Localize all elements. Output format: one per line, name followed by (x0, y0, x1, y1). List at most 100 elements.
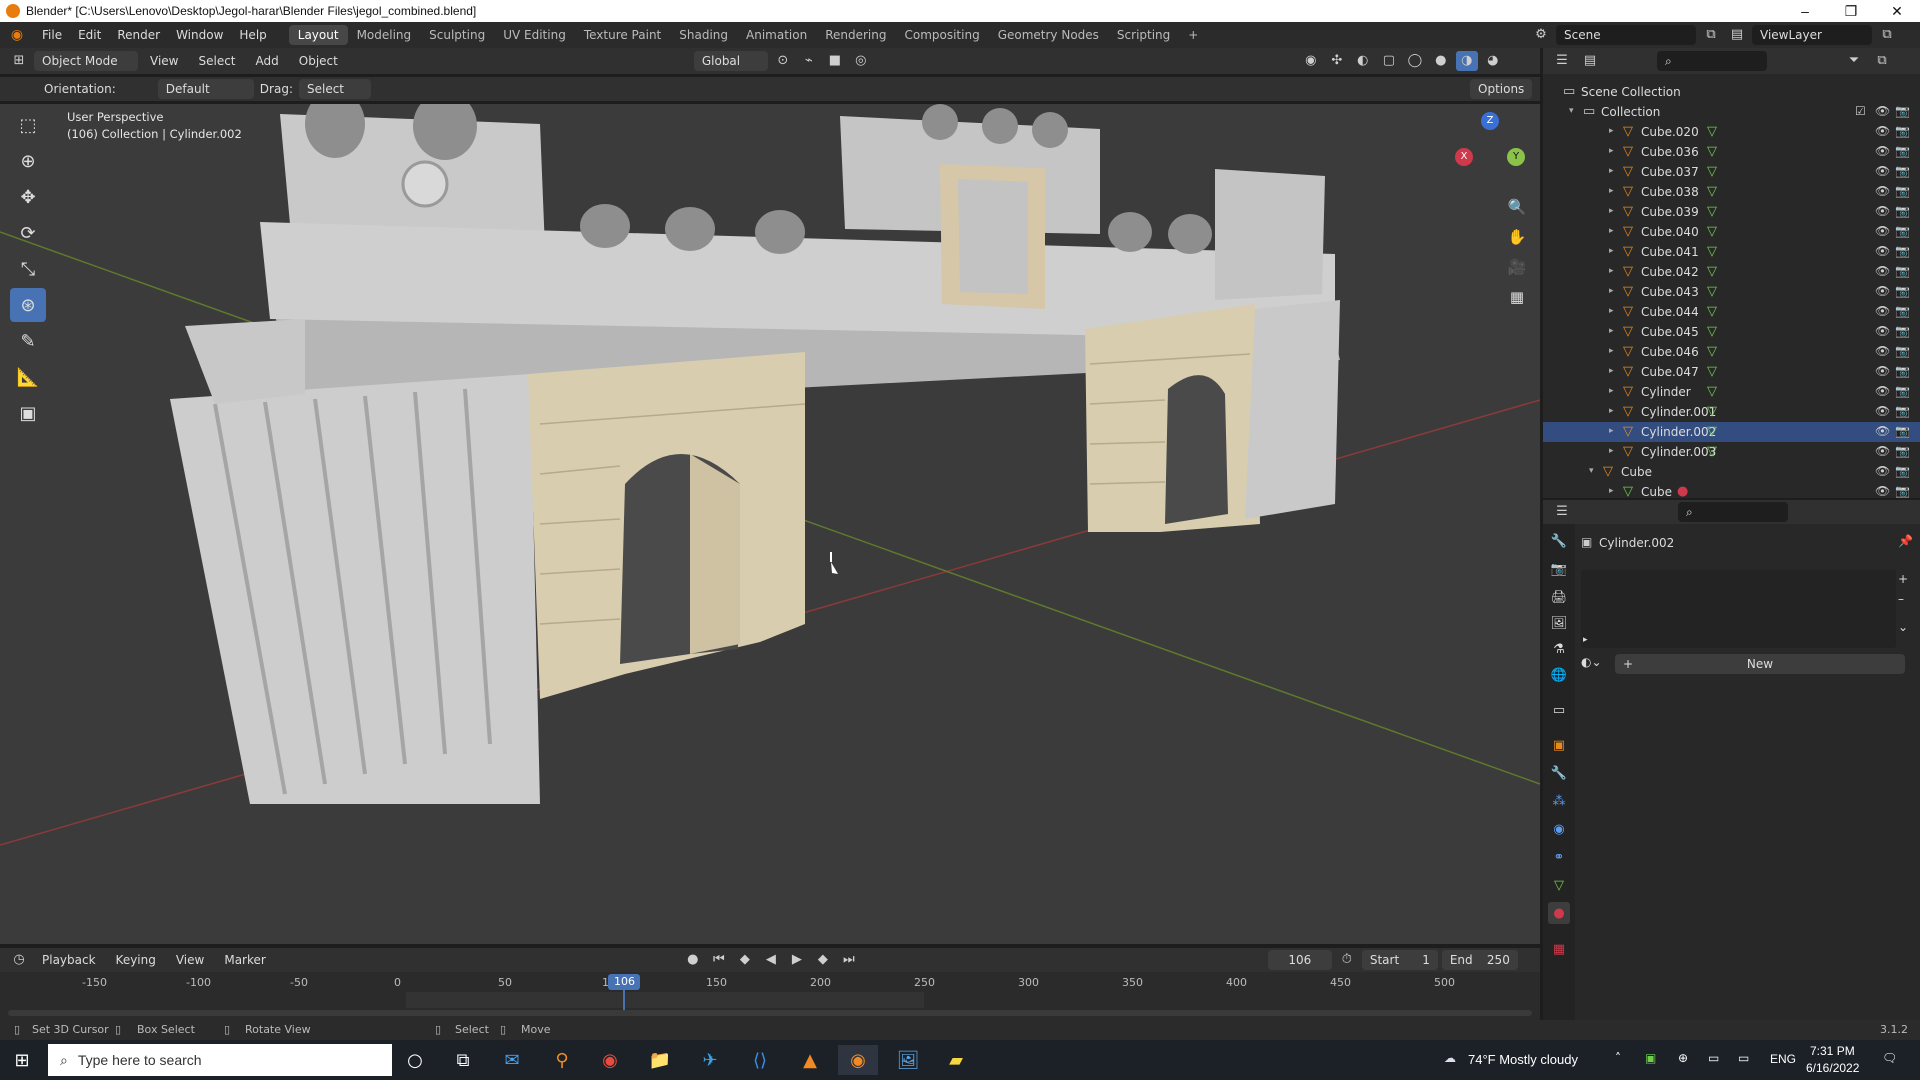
eye-icon[interactable]: 👁 (1875, 344, 1890, 358)
material-shading-icon[interactable]: ◑ (1455, 51, 1478, 71)
eye-icon[interactable]: 👁 (1875, 484, 1890, 498)
outliner-item[interactable]: ▸ ▽ Cube.045 ▽ 👁 📷 (1543, 322, 1920, 342)
eye-icon[interactable]: 👁 (1875, 204, 1890, 218)
display-icon[interactable]: ▭ (1708, 1051, 1719, 1065)
measure-tool-icon[interactable]: 📐 (10, 360, 46, 394)
outliner-item[interactable]: ▸ ▽ Cube.046 ▽ 👁 📷 (1543, 342, 1920, 362)
expand-arrow-icon[interactable]: ▸ (1609, 246, 1614, 256)
outliner-item[interactable]: ▸ ▽ Cube.047 ▽ 👁 📷 (1543, 362, 1920, 382)
select-box-tool-icon[interactable]: ⬚ (10, 108, 46, 142)
menu-render[interactable]: Render (109, 22, 168, 48)
scene-icon[interactable]: ⚙ (1530, 25, 1552, 45)
modifier-tab-icon[interactable]: 🔧 (1548, 762, 1570, 784)
transform-tool-icon[interactable]: ⊛ (10, 288, 46, 322)
mesh-data-icon[interactable]: ▽ (1707, 324, 1717, 339)
expand-arrow-icon[interactable]: ▸ (1609, 226, 1614, 236)
eye-icon[interactable]: 👁 (1875, 404, 1890, 418)
eye-icon[interactable]: 👁 (1875, 104, 1890, 118)
outliner-item[interactable]: ▸ ▽ Cube.036 ▽ 👁 📷 (1543, 142, 1920, 162)
mesh-data-icon[interactable]: ▽ (1707, 384, 1717, 399)
network-icon[interactable]: ⊕ (1678, 1051, 1688, 1065)
expand-arrow-icon[interactable]: ▸ (1609, 326, 1614, 336)
data-tab-icon[interactable]: ▽ (1548, 874, 1570, 896)
render-camera-icon[interactable]: 📷 (1895, 304, 1910, 318)
outliner-item[interactable]: ▸ ▽ Cylinder.002 ▽ 👁 📷 (1543, 422, 1920, 442)
minimize-button[interactable]: – (1782, 0, 1828, 22)
weather-icon[interactable]: ☁ (1444, 1051, 1456, 1065)
ortho-grid-icon[interactable]: ▦ (1502, 282, 1532, 312)
tray-chevron-icon[interactable]: ˄ (1615, 1051, 1621, 1065)
menu-file[interactable]: File (34, 22, 70, 48)
play-reverse-icon[interactable]: ◀ (760, 950, 782, 970)
notifications-icon[interactable]: 🗨 (1882, 1051, 1897, 1065)
scale-tool-icon[interactable]: ⤡ (10, 252, 46, 286)
expand-arrow-icon[interactable]: ▸ (1609, 126, 1614, 136)
render-camera-icon[interactable]: 📷 (1895, 244, 1910, 258)
render-camera-icon[interactable]: 📷 (1895, 124, 1910, 138)
xray-icon[interactable]: ▢ (1378, 51, 1400, 71)
physics-tab-icon[interactable]: ◉ (1548, 818, 1570, 840)
gizmo-y-axis[interactable]: Y (1507, 148, 1525, 166)
outliner-item[interactable]: ▸ ▽ Cube.020 ▽ 👁 📷 (1543, 122, 1920, 142)
mesh-data-icon[interactable]: ▽ (1707, 344, 1717, 359)
tool-tab-icon[interactable]: 🔧 (1548, 530, 1570, 552)
eye-icon[interactable]: 👁 (1875, 464, 1890, 478)
outliner-item[interactable]: ▸ ▽ Cylinder.003 ▽ 👁 📷 (1543, 442, 1920, 462)
remove-slot-icon[interactable]: – (1898, 592, 1904, 606)
expand-arrow-icon[interactable]: ▸ (1609, 206, 1614, 216)
outliner-scene-collection[interactable]: ▭ Scene Collection (1543, 82, 1920, 102)
outliner-item[interactable]: ▸ ▽ Cube.042 ▽ 👁 📷 (1543, 262, 1920, 282)
language-indicator[interactable]: ENG (1770, 1052, 1796, 1066)
render-camera-icon[interactable]: 📷 (1895, 144, 1910, 158)
playback-menu[interactable]: Playback (34, 947, 104, 973)
snap-target-icon[interactable]: ■ (824, 51, 846, 71)
mesh-data-icon[interactable]: ▽ (1707, 264, 1717, 279)
outliner-item[interactable]: ▸ ▽ Cube.038 ▽ 👁 📷 (1543, 182, 1920, 202)
marker-menu[interactable]: Marker (216, 947, 273, 973)
move-tool-icon[interactable]: ✥ (10, 180, 46, 214)
current-frame-field[interactable]: 106 (1267, 950, 1332, 970)
mesh-data-icon[interactable]: ▽ (1707, 284, 1717, 299)
tab-layout[interactable]: Layout (288, 25, 348, 45)
select-menu[interactable]: Select (190, 48, 243, 74)
render-camera-icon[interactable]: 📷 (1895, 424, 1910, 438)
properties-editor-icon[interactable]: ☰ (1551, 502, 1573, 522)
scene-tab-icon[interactable]: ⚗ (1548, 638, 1570, 660)
render-camera-icon[interactable]: 📷 (1895, 444, 1910, 458)
scene-selector[interactable]: Scene (1556, 25, 1696, 45)
gizmo-z-axis[interactable]: Z (1481, 112, 1499, 130)
mesh-data-icon[interactable]: ▽ (1707, 244, 1717, 259)
play-icon[interactable]: ▶ (786, 950, 808, 970)
tab-geometry-nodes[interactable]: Geometry Nodes (989, 25, 1108, 45)
pan-hand-icon[interactable]: ✋ (1502, 222, 1532, 252)
blender-menu-icon[interactable]: ◉ (0, 27, 34, 43)
eye-icon[interactable]: 👁 (1875, 384, 1890, 398)
expand-arrow-icon[interactable]: ▾ (1569, 106, 1574, 116)
filter-icon[interactable]: ⏷ (1843, 51, 1865, 71)
eye-icon[interactable]: 👁 (1875, 304, 1890, 318)
mesh-data-icon[interactable]: ▽ (1707, 364, 1717, 379)
battery-icon[interactable]: ▭ (1738, 1051, 1749, 1065)
new-material-button[interactable]: + New (1615, 654, 1905, 674)
rendered-shading-icon[interactable]: ◕ (1482, 51, 1504, 71)
clock-date[interactable]: 6/16/2022 (1806, 1061, 1859, 1075)
overlay-toggle-icon[interactable]: ◐ (1352, 51, 1374, 71)
render-camera-icon[interactable]: 📷 (1895, 324, 1910, 338)
expand-arrow-icon[interactable]: ▸ (1609, 146, 1614, 156)
playhead-frame-label[interactable]: 106 (608, 974, 641, 990)
cortana-icon[interactable]: ○ (395, 1045, 435, 1075)
annotate-tool-icon[interactable]: ✎ (10, 324, 46, 358)
object-tab-icon[interactable]: ▣ (1548, 734, 1570, 756)
expand-arrow-icon[interactable]: ▸ (1583, 635, 1588, 645)
camera-view-icon[interactable]: 🎥 (1502, 252, 1532, 282)
mesh-data-icon[interactable]: ▽ (1707, 424, 1717, 439)
outliner-item[interactable]: ▸ ▽ Cube.040 ▽ 👁 📷 (1543, 222, 1920, 242)
tab-rendering[interactable]: Rendering (816, 25, 895, 45)
expand-arrow-icon[interactable]: ▸ (1609, 166, 1614, 176)
options-dropdown[interactable]: Options (1470, 79, 1532, 99)
render-camera-icon[interactable]: 📷 (1895, 284, 1910, 298)
menu-window[interactable]: Window (168, 22, 231, 48)
outliner-search-input[interactable]: ⌕ (1657, 51, 1767, 71)
snap-icon[interactable]: ⌁ (798, 51, 820, 71)
eye-icon[interactable]: 👁 (1875, 424, 1890, 438)
